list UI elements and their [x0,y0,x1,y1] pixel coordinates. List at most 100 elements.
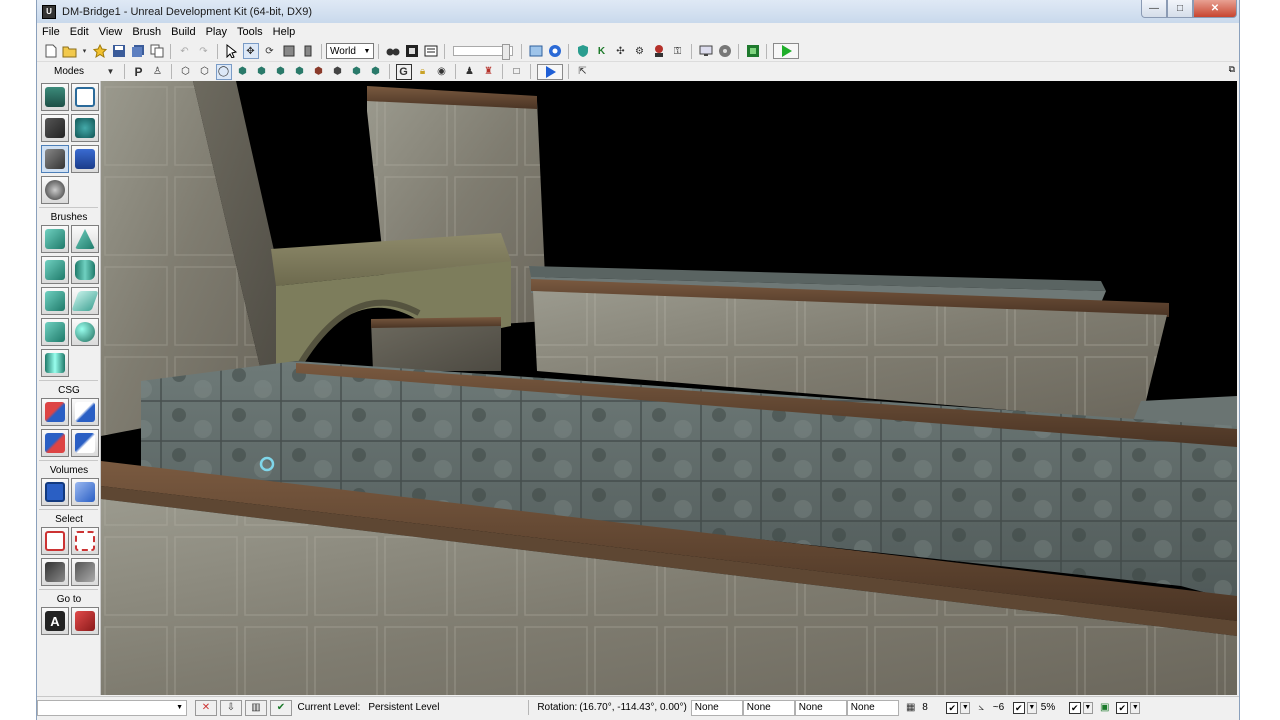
content-browser-icon[interactable] [528,43,544,59]
restore-viewport-icon[interactable]: ⧉ [1229,64,1235,75]
sheet-brush-button[interactable] [71,287,99,315]
translate-icon[interactable]: ✥ [242,43,259,59]
sphere-brush-button[interactable] [71,318,99,346]
unlit-icon[interactable]: ◯ [215,63,232,80]
game-view-toggle[interactable]: G [395,63,412,80]
add-volume-button[interactable] [41,478,69,506]
autosave-icon[interactable]: ▣ [1097,700,1113,716]
angle-snap-checkbox[interactable]: ✔ [1012,701,1025,714]
open-dropdown-icon[interactable]: ▾ [81,43,89,59]
menu-tools[interactable]: Tools [232,26,268,38]
select-invert-button[interactable] [41,558,69,586]
lighting-only-icon[interactable]: ⬢ [273,64,289,80]
favorite-icon[interactable] [92,43,108,59]
coordinate-system-dropdown[interactable]: World ▼ [326,43,374,59]
menu-edit[interactable]: Edit [65,26,94,38]
actor-lock-icon[interactable]: ♜ [481,64,497,80]
lit-icon[interactable]: ⬢ [235,64,251,80]
menu-help[interactable]: Help [268,26,301,38]
texture-mode-button[interactable] [41,145,69,173]
node-graph-icon[interactable]: ✣ [613,43,629,59]
copy-icon[interactable] [149,43,165,59]
matinee-icon[interactable] [404,43,420,59]
redo-icon[interactable]: ↷ [196,43,212,59]
shader-complexity-icon[interactable]: ⬢ [330,64,346,80]
autosave-dropdown[interactable]: ▼ [1130,701,1141,714]
cinematic-icon[interactable]: ♟ [462,64,478,80]
new-file-icon[interactable] [43,43,59,59]
maximize-viewport-icon[interactable]: □ [509,64,525,80]
linear-stair-brush-button[interactable] [41,287,69,315]
spiral-stair-brush-button[interactable] [41,318,69,346]
key-icon[interactable]: ⚿ [670,43,686,59]
realtime-play-icon[interactable] [536,63,563,80]
split-viewport-icon[interactable]: ⇱ [575,64,591,80]
scale-snap-checkbox[interactable]: ✔ [1068,701,1081,714]
csg-subtract-button[interactable] [71,398,99,426]
binoculars-icon[interactable] [385,43,401,59]
scale-icon[interactable] [281,43,297,59]
save-all-icon[interactable] [130,43,146,59]
csg-intersect-button[interactable] [41,429,69,457]
detail-lighting-icon[interactable]: ⬢ [254,64,270,80]
minimize-button[interactable]: — [1141,0,1167,18]
add-special-button[interactable] [71,478,99,506]
viewport-options-dropdown[interactable]: ▼ [103,64,119,80]
maximize-button[interactable]: □ [1167,0,1193,18]
grid-snap-checkbox[interactable]: ✔ [946,701,959,714]
light-complexity-icon[interactable]: ⬢ [292,64,308,80]
character-icon[interactable] [651,43,667,59]
eye-icon[interactable]: ◉ [434,64,450,80]
autosave-checkbox[interactable]: ✔ [1116,701,1129,714]
cone-brush-button[interactable] [71,225,99,253]
terrain-mode-button[interactable] [41,114,69,142]
title-bar[interactable]: U DM-Bridge1 - Unreal Development Kit (6… [37,0,1239,23]
hide-selected-button[interactable] [71,527,99,555]
level-browser-icon[interactable]: ✔ [270,699,292,716]
perspective-toggle[interactable]: P [131,64,147,80]
mesh-paint-button[interactable] [71,145,99,173]
command-input[interactable]: ▼ [37,699,187,716]
scale-snap-dropdown[interactable]: ▼ [1082,701,1093,714]
texture-density-icon[interactable]: ⬢ [311,64,327,80]
lightmap-density-icon[interactable]: ⬢ [349,64,365,80]
angle-snap-dropdown[interactable]: ▼ [1026,701,1037,714]
drag-grid-toggle-icon[interactable]: ✕ [195,699,217,716]
menu-view[interactable]: View [94,26,128,38]
goto-actor-button[interactable]: A [41,607,69,635]
rotate-icon[interactable]: ⟳ [262,43,278,59]
log-icon[interactable] [423,43,439,59]
camera-reel-icon[interactable] [717,43,733,59]
undo-icon[interactable]: ↶ [177,43,193,59]
brush-wireframe-icon[interactable]: ⬡ [178,64,194,80]
wireframe-icon[interactable]: ⬡ [197,64,213,80]
lock-icon[interactable]: 🔒︎ [415,64,431,80]
pawn-icon[interactable]: ♙ [150,64,166,80]
save-icon[interactable] [111,43,127,59]
curved-stair-brush-button[interactable] [41,256,69,284]
level-grid-icon[interactable]: ▥ [245,699,267,716]
cylinder-brush-button[interactable] [71,256,99,284]
close-button[interactable]: ✕ [1193,0,1237,18]
snap-icon[interactable]: ⇩ [220,699,242,716]
shield-icon[interactable] [575,43,591,59]
select-arrow-icon[interactable] [224,43,240,59]
camera-mode-button[interactable] [41,83,69,111]
generic-browser-icon[interactable] [547,43,563,59]
show-all-button[interactable] [71,558,99,586]
lighting-icon[interactable]: ⬢ [368,64,384,80]
cube-brush-button[interactable] [41,225,69,253]
drag-grid-slider[interactable] [453,44,513,60]
grid-snap-dropdown[interactable]: ▼ [960,701,971,714]
wrench-icon[interactable]: ⚙ [632,43,648,59]
menu-build[interactable]: Build [166,26,200,38]
goto-builder-brush-button[interactable] [71,607,99,635]
show-selected-button[interactable] [41,527,69,555]
geometry-mode-button[interactable] [71,83,99,111]
build-all-icon[interactable] [745,43,761,59]
perspective-viewport[interactable] [101,81,1237,695]
open-folder-icon[interactable] [62,43,78,59]
csg-add-button[interactable] [41,398,69,426]
menu-play[interactable]: Play [201,26,232,38]
move-mode-button[interactable] [71,114,99,142]
